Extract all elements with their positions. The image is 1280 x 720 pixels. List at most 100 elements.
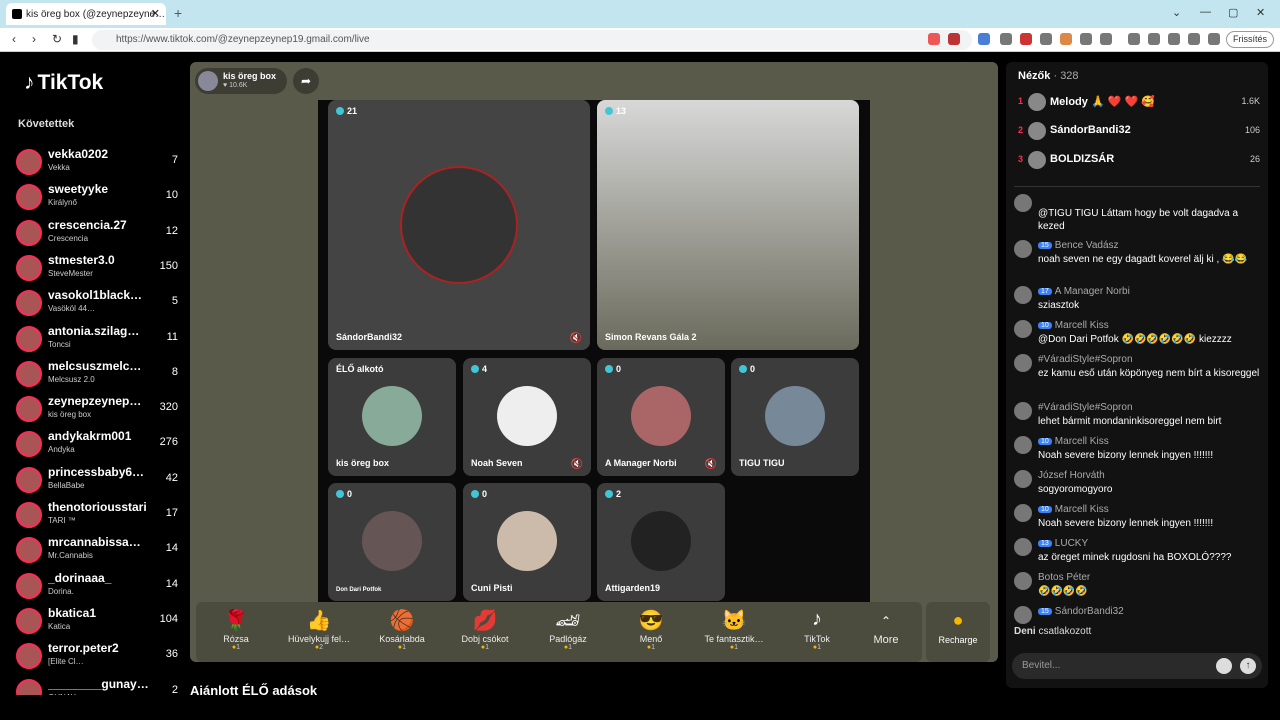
host-card[interactable]: kis öreg box ♥ 10.6K bbox=[195, 68, 287, 94]
guest-tile[interactable]: 0 A Manager Norbi 🔇 bbox=[597, 358, 725, 476]
viewer-count: 2 bbox=[171, 683, 178, 696]
guest-tile[interactable]: ÉLŐ alkotó kis öreg box bbox=[328, 358, 456, 476]
gift-icon: 🐱 bbox=[721, 610, 747, 632]
brave-shield-icon[interactable] bbox=[928, 33, 940, 45]
extension-icon[interactable] bbox=[1000, 33, 1012, 45]
translate-icon[interactable] bbox=[978, 33, 990, 45]
media-icon[interactable] bbox=[1128, 33, 1140, 45]
chat-username[interactable]: Botos Péter bbox=[1038, 572, 1090, 583]
chat-username[interactable]: #VáradiStyle#Sopron bbox=[1038, 402, 1133, 413]
puzzle-icon[interactable] bbox=[1080, 33, 1092, 45]
maximize-icon[interactable]: ▢ bbox=[1228, 6, 1238, 19]
extension-icon[interactable] bbox=[1020, 33, 1032, 45]
following-item[interactable]: terror.peter2 [Elite Cl… 36 bbox=[16, 639, 186, 673]
guest-tile[interactable]: 21 SándorBandi32 🔇 bbox=[328, 100, 590, 350]
gift-item[interactable]: 👍 Hüvelykujj fel… ●2 bbox=[279, 608, 359, 651]
chat-username[interactable]: 10 Marcell Kiss bbox=[1038, 504, 1109, 515]
comment-input[interactable]: Bevitel... ↑ bbox=[1012, 653, 1262, 679]
extension-icon[interactable] bbox=[1100, 33, 1112, 45]
guest-tile[interactable]: 2 Attigarden19 bbox=[597, 483, 725, 601]
url-input[interactable]: https://www.tiktok.com/@zeynepzeynep19.g… bbox=[92, 30, 972, 50]
top-viewer-row[interactable]: 3 BOLDIZSÁR 26 bbox=[1018, 150, 1260, 170]
following-item[interactable]: bkatica1 Katica 104 bbox=[16, 604, 186, 638]
chat-username[interactable]: 10 Marcell Kiss bbox=[1038, 436, 1109, 447]
screenshot-icon[interactable] bbox=[1168, 33, 1180, 45]
chat-username[interactable]: #VáradiStyle#Sopron bbox=[1038, 354, 1133, 365]
gift-icon: 🏎 bbox=[555, 610, 581, 632]
following-item[interactable]: stmester3.0 SteveMester 150 bbox=[16, 251, 186, 285]
following-item[interactable]: mrcannabissa… Mr.Cannabis 14 bbox=[16, 533, 186, 567]
close-window-icon[interactable]: ✕ bbox=[1256, 6, 1265, 19]
guest-label: Simon Revans Gála 2 bbox=[605, 332, 697, 342]
chat-username[interactable]: 17 A Manager Norbi bbox=[1038, 286, 1130, 297]
chat-panel: Nézők · 328 1 Melody 🙏 ❤️ ❤️ 🥰 1.6K 2 Sándor… bbox=[1006, 62, 1268, 688]
chat-username[interactable]: 13 LUCKY bbox=[1038, 538, 1088, 549]
viewer-count: 17 bbox=[165, 507, 178, 519]
following-item[interactable]: melcsuszmelc… Melcsusz 2.0 8 bbox=[16, 357, 186, 391]
new-tab-icon[interactable]: + bbox=[174, 5, 182, 21]
viewer-count: 14 bbox=[165, 577, 178, 590]
following-item[interactable]: thenotoriousstari TARI ™ 17 bbox=[16, 498, 186, 532]
following-item[interactable]: antonia.szilag… Toncsi 11 bbox=[16, 322, 186, 356]
viewer-count: 12 bbox=[165, 224, 178, 237]
following-item[interactable]: sweetyyke Királynő 10 bbox=[16, 180, 186, 214]
following-item[interactable]: vasokol1black… Vasököl 44… 5 bbox=[16, 286, 186, 320]
avatar bbox=[1014, 606, 1032, 624]
guest-tile[interactable]: 0 Don Dari Potfok bbox=[328, 483, 456, 601]
guest-tile[interactable]: 4 Noah Seven 🔇 bbox=[463, 358, 591, 476]
more-gifts-button[interactable]: ⌃ More bbox=[846, 608, 926, 646]
chevron-down-icon[interactable]: ⌄ bbox=[1172, 6, 1181, 19]
bookmark-icon[interactable]: ▮ bbox=[72, 32, 79, 46]
refresh-button[interactable]: Frissítés bbox=[1226, 31, 1274, 48]
chat-username[interactable]: József Horváth bbox=[1038, 470, 1105, 481]
guest-tile[interactable]: 0 TIGU TIGU bbox=[731, 358, 859, 476]
following-item[interactable]: andykakrm001 Andyka 276 bbox=[16, 427, 186, 461]
avatar bbox=[16, 466, 42, 493]
gift-item[interactable]: 🌹 Rózsa ●1 bbox=[196, 608, 276, 651]
shield-icon[interactable] bbox=[1208, 33, 1220, 45]
back-icon[interactable]: ‹ bbox=[12, 32, 16, 46]
browser-tab[interactable]: kis öreg box (@zeynepzeyne… ✕ bbox=[6, 3, 166, 25]
forward-icon[interactable]: › bbox=[32, 32, 36, 46]
mic-muted-icon: 🔇 bbox=[569, 333, 582, 344]
following-item[interactable]: crescencia.27 Crescencia 12 bbox=[16, 216, 186, 250]
following-item[interactable]: _dorinaaa_ Dorina. 14 bbox=[16, 569, 186, 603]
extension-icon[interactable] bbox=[1060, 33, 1072, 45]
recharge-button[interactable]: ● Recharge bbox=[926, 602, 990, 662]
extension-icon[interactable] bbox=[1040, 33, 1052, 45]
chat-username[interactable]: 15 SándorBandi32 bbox=[1038, 606, 1124, 617]
gift-item[interactable]: 💋 Dobj csókot ●1 bbox=[445, 608, 525, 651]
avatar bbox=[1014, 504, 1032, 522]
guest-label: Don Dari Potfok bbox=[336, 587, 382, 593]
guest-tile[interactable]: 0 Cuni Pisti bbox=[463, 483, 591, 601]
tiktok-logo[interactable]: ♪ TikTok bbox=[24, 71, 103, 95]
minimize-icon[interactable]: — bbox=[1200, 6, 1211, 18]
reload-icon[interactable]: ↻ bbox=[52, 32, 62, 46]
gift-item[interactable]: 🏀 Kosárlabda ●1 bbox=[362, 608, 442, 651]
level-badge: 15 bbox=[1038, 608, 1052, 615]
avatar bbox=[16, 360, 42, 387]
guest-label: Cuni Pisti bbox=[471, 583, 513, 593]
following-item[interactable]: vekka0202 Vekka 7 bbox=[16, 145, 186, 179]
close-tab-icon[interactable]: ✕ bbox=[151, 7, 160, 20]
sidebar-icon[interactable] bbox=[1148, 33, 1160, 45]
gift-icon: 🏀 bbox=[389, 610, 415, 632]
send-icon[interactable]: ↑ bbox=[1240, 658, 1256, 674]
favorites-icon[interactable] bbox=[1188, 33, 1200, 45]
top-viewer-row[interactable]: 1 Melody 🙏 ❤️ ❤️ 🥰 1.6K bbox=[1018, 92, 1260, 112]
chat-username[interactable]: 10 Marcell Kiss bbox=[1038, 320, 1109, 331]
gift-item[interactable]: ♪ TikTok ●1 bbox=[777, 608, 857, 651]
viewers-header[interactable]: Nézők · 328 bbox=[1018, 70, 1079, 82]
gift-item[interactable]: 🐱 Te fantasztik… ●1 bbox=[694, 608, 774, 651]
extension-icon[interactable] bbox=[948, 33, 960, 45]
top-viewer-row[interactable]: 2 SándorBandi32 106 bbox=[1018, 121, 1260, 141]
gift-item[interactable]: 😎 Menő ●1 bbox=[611, 608, 691, 651]
emoji-icon[interactable] bbox=[1216, 658, 1232, 674]
share-icon[interactable]: ➦ bbox=[293, 68, 319, 94]
chat-username[interactable]: 15 Bence Vadász bbox=[1038, 240, 1119, 251]
gift-bar: ⌃ More 🌹 Rózsa ●1 👍 Hüvelykujj fel… ●2 🏀 Kosárl… bbox=[196, 602, 922, 662]
gift-item[interactable]: 🏎 Padlógáz ●1 bbox=[528, 608, 608, 651]
guest-tile[interactable]: 13 Simon Revans Gála 2 bbox=[597, 100, 859, 350]
following-item[interactable]: princessbaby6… BellaBabe 42 bbox=[16, 463, 186, 497]
following-item[interactable]: zeynepzeynep… kis öreg box 320 bbox=[16, 392, 186, 426]
